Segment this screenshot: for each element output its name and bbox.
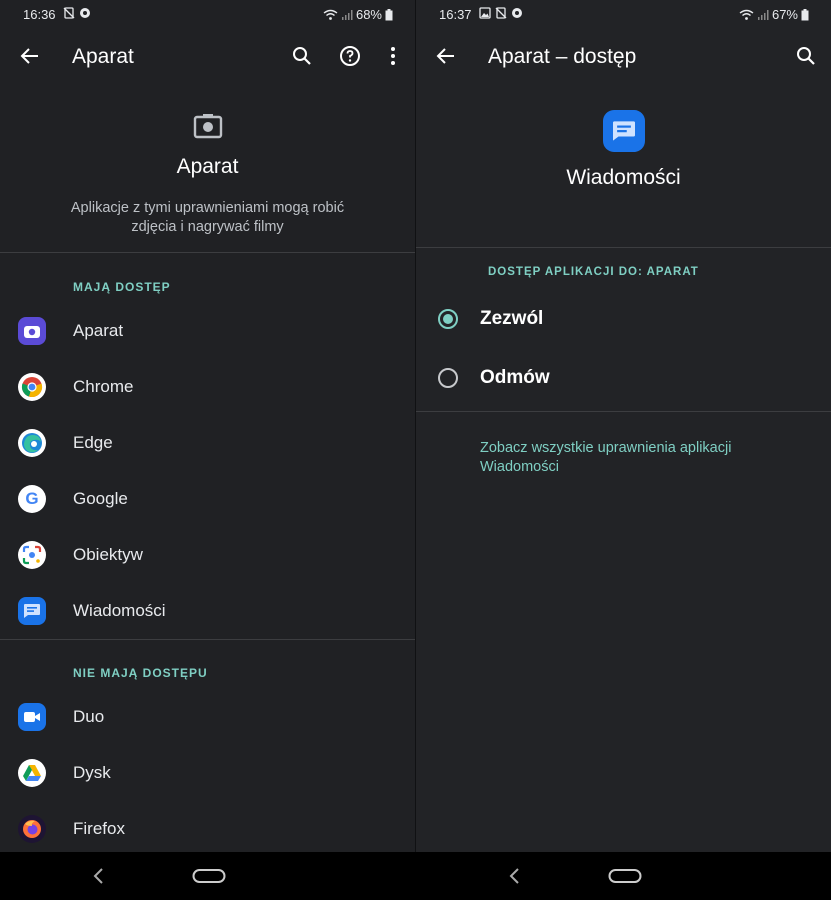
wifi-icon [323, 9, 338, 20]
nav-back-icon[interactable] [92, 867, 106, 885]
more-options-icon[interactable] [381, 44, 405, 68]
drive-icon [18, 759, 46, 787]
list-item-chrome[interactable]: Chrome [0, 359, 415, 415]
status-bar: 16:36 68% [0, 0, 415, 28]
signal-icon [341, 9, 353, 20]
status-right: 67% [739, 7, 809, 22]
page-title: Aparat – dostęp [488, 45, 637, 68]
list-item-obiektyw[interactable]: Obiektyw [0, 527, 415, 583]
option-allow[interactable]: Zezwól [416, 292, 831, 348]
status-icons [479, 7, 523, 19]
dnd-off-icon [63, 7, 75, 19]
section-access: DOSTĘP APLIKACJI DO: APARAT [488, 266, 699, 278]
left-screen: 16:36 68% Aparat Aparat Aplikacje z tymi… [0, 0, 415, 852]
link-line: Wiadomości [480, 459, 559, 475]
list-item-duo[interactable]: Duo [0, 689, 415, 745]
nav-bar-right [416, 852, 831, 900]
divider [416, 247, 831, 248]
divider [416, 411, 831, 412]
list-item-dysk[interactable]: Dysk [0, 745, 415, 801]
app-label: Google [73, 489, 128, 508]
back-arrow-icon[interactable] [18, 44, 42, 68]
duo-icon [18, 703, 46, 731]
battery-icon [385, 8, 393, 20]
app-label: Firefox [73, 819, 125, 838]
firefox-icon [18, 815, 46, 843]
nav-back-icon[interactable] [508, 867, 522, 885]
list-item-edge[interactable]: Edge [0, 415, 415, 471]
link-line: Zobacz wszystkie uprawnienia aplikacji [480, 440, 732, 456]
app-label: Duo [73, 707, 105, 726]
camera-icon [193, 114, 222, 139]
status-time: 16:37 [439, 7, 472, 22]
right-screen: 16:37 67% Aparat – dostęp Wiadomości DOS… [416, 0, 831, 852]
divider [0, 639, 415, 640]
battery-icon [801, 8, 809, 20]
list-item-google[interactable]: G Google [0, 471, 415, 527]
section-allowed: MAJĄ DOSTĘP [73, 280, 171, 294]
option-label: Odmów [480, 367, 550, 388]
chrome-notification-icon [80, 8, 90, 18]
app-label: Edge [73, 433, 113, 452]
list-item-aparat[interactable]: Aparat [0, 303, 415, 359]
edge-icon [18, 429, 46, 457]
lens-icon [18, 541, 46, 569]
radio-deny[interactable] [438, 368, 458, 388]
section-denied: NIE MAJĄ DOSTĘPU [73, 666, 208, 680]
camera-app-icon [18, 317, 46, 345]
messages-icon [18, 597, 46, 625]
nav-home-icon[interactable] [608, 868, 642, 884]
app-label: Dysk [73, 763, 111, 782]
app-name: Wiadomości [566, 166, 681, 189]
battery-percent: 67% [771, 7, 798, 22]
permission-header: Aparat Aplikacje z tymi uprawnieniami mo… [0, 112, 415, 237]
google-icon: G [18, 485, 46, 513]
messages-icon [602, 110, 645, 152]
divider [0, 252, 415, 253]
help-icon[interactable] [338, 44, 362, 68]
signal-icon [757, 9, 769, 20]
gallery-notification-icon [479, 7, 491, 19]
option-deny[interactable]: Odmów [416, 351, 831, 407]
app-header: Wiadomości [416, 110, 831, 190]
app-bar: Aparat [0, 36, 415, 76]
permission-description: Aplikacje z tymi uprawnieniami mogą robi… [0, 199, 415, 237]
search-icon[interactable] [794, 44, 818, 68]
dnd-off-icon [495, 7, 507, 19]
status-time: 16:36 [23, 7, 56, 22]
app-label: Obiektyw [73, 545, 143, 564]
wifi-icon [739, 9, 754, 20]
status-icons [63, 7, 91, 19]
description-line: Aplikacje z tymi uprawnieniami mogą robi… [70, 200, 345, 216]
app-label: Chrome [73, 377, 134, 396]
back-arrow-icon[interactable] [434, 44, 458, 68]
status-bar: 16:37 67% [416, 0, 831, 28]
nav-bar-left [0, 852, 415, 900]
status-right: 68% [323, 7, 393, 22]
battery-percent: 68% [355, 7, 382, 22]
search-icon[interactable] [290, 44, 314, 68]
list-item-firefox[interactable]: Firefox [0, 801, 415, 852]
option-label: Zezwól [480, 308, 544, 329]
app-bar: Aparat – dostęp [416, 36, 831, 76]
app-label: Aparat [73, 321, 124, 340]
chrome-icon [18, 373, 46, 401]
list-item-wiadomosci[interactable]: Wiadomości [0, 583, 415, 639]
page-title: Aparat [72, 45, 134, 68]
description-line: zdjęcia i nagrywać filmy [131, 219, 284, 235]
app-label: Wiadomości [73, 601, 166, 620]
nav-home-icon[interactable] [192, 868, 226, 884]
all-permissions-link[interactable]: Zobacz wszystkie uprawnienia aplikacji W… [480, 439, 731, 477]
chrome-notification-icon [512, 8, 522, 18]
permission-title: Aparat [176, 155, 239, 178]
radio-allow[interactable] [438, 309, 458, 329]
